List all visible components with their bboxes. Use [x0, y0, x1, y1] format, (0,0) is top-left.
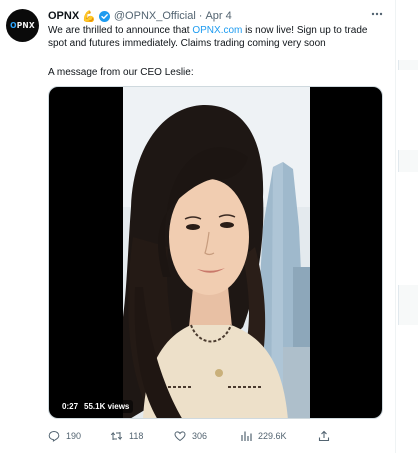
avatar[interactable]: OPNX	[6, 9, 39, 42]
retweet-count: 118	[129, 431, 144, 441]
right-edge-panel	[396, 0, 419, 453]
share-icon	[318, 430, 330, 442]
author-name[interactable]: OPNX	[48, 10, 79, 22]
flexed-biceps-icon: 💪	[82, 10, 96, 23]
edge-fragment	[398, 285, 418, 325]
tweet-actions: 190 118 306 229.6K	[48, 428, 348, 444]
author-handle[interactable]: @OPNX_Official	[114, 10, 196, 22]
reply-button[interactable]: 190	[48, 428, 81, 444]
avatar-logo-accent: O	[10, 21, 17, 30]
reply-icon	[48, 430, 60, 442]
edge-fragment	[398, 150, 418, 172]
tweet-date[interactable]: Apr 4	[205, 10, 231, 22]
tweet-text-part2: is now live! Sign up to trade	[242, 25, 368, 36]
like-count: 306	[192, 431, 208, 441]
reply-count: 190	[66, 431, 82, 441]
analytics-bars-icon	[240, 430, 252, 442]
video-elapsed: 0:27	[62, 402, 79, 411]
more-dots-icon[interactable]	[370, 8, 384, 20]
retweet-icon	[110, 430, 123, 442]
verified-badge-icon	[98, 10, 110, 22]
video-stats-badge: 0:27 55.1K views	[58, 400, 134, 413]
ceo-message-line: A message from our CEO Leslie:	[48, 67, 194, 78]
video-frame	[123, 87, 310, 418]
tweet-text: We are thrilled to announce that OPNX.co…	[48, 24, 392, 50]
like-button[interactable]: 306	[174, 428, 207, 444]
tweet-header: OPNX 💪 @OPNX_Official · Apr 4	[48, 9, 232, 23]
heart-icon	[174, 430, 186, 442]
edge-fragment	[398, 60, 418, 70]
opnx-link[interactable]: OPNX.com	[192, 25, 242, 36]
tweet-text-line2: spot and futures immediately. Claims tra…	[48, 38, 326, 49]
views-count: 229.6K	[258, 431, 287, 441]
share-button[interactable]	[318, 428, 330, 444]
tweet-text-part1: We are thrilled to announce that	[48, 25, 193, 36]
tweet-card[interactable]: OPNX OPNX 💪 @OPNX_Official · Apr 4 We ar…	[0, 0, 396, 453]
separator-dot: ·	[198, 10, 203, 22]
avatar-logo-text: PNX	[16, 21, 35, 30]
video-player[interactable]: 0:27 55.1K views	[48, 86, 383, 419]
views-button[interactable]: 229.6K	[240, 428, 287, 444]
avatar-logo: OPNX	[10, 21, 35, 30]
video-views: 55.1K views	[84, 402, 130, 411]
retweet-button[interactable]: 118	[110, 428, 143, 444]
